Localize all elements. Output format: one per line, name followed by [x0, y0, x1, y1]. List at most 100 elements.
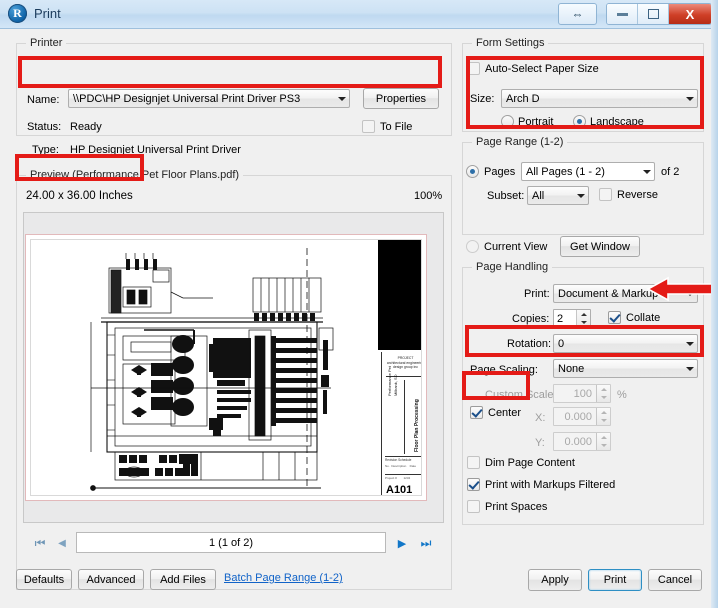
minimize-icon: [616, 12, 628, 16]
pages-value: All Pages (1 - 2): [526, 165, 605, 178]
copies-spinner-buttons[interactable]: [576, 310, 590, 327]
offset-x-value: 0.000: [564, 410, 592, 423]
properties-button[interactable]: Properties: [363, 88, 439, 109]
title-block-city: Milbank, SD: [393, 374, 398, 396]
collate-label: Collate: [626, 312, 661, 324]
copies-stepper[interactable]: 2: [553, 309, 591, 328]
sheet-number: A101: [386, 484, 413, 496]
page-scaling-select[interactable]: None: [553, 359, 698, 378]
center-label: Center: [488, 407, 522, 419]
print-content-select[interactable]: Document & Markup: [553, 284, 698, 303]
window-controls: ⇔ X: [558, 3, 712, 25]
paper-size-select[interactable]: Arch D: [501, 89, 698, 108]
print-with-markups-filtered-checkbox[interactable]: [467, 478, 480, 491]
close-button[interactable]: X: [669, 4, 711, 24]
current-view-radio[interactable]: [466, 240, 479, 253]
pages-radio[interactable]: [466, 165, 479, 178]
page-number-input[interactable]: 1 (1 of 2): [76, 532, 386, 553]
page-handling-legend: Page Handling: [472, 261, 553, 273]
window-buttons-group: X: [606, 3, 712, 25]
print-content-label: Print:: [524, 288, 550, 300]
print-button[interactable]: Print: [588, 569, 642, 591]
rotation-label: Rotation:: [507, 338, 552, 350]
copies-increment-icon[interactable]: [577, 310, 590, 319]
chevron-down-icon: [682, 335, 697, 352]
chevron-down-icon: [639, 163, 654, 180]
pages-select[interactable]: All Pages (1 - 2): [521, 162, 655, 181]
last-page-icon[interactable]: ⏭: [417, 533, 435, 553]
percent-label: %: [617, 389, 627, 401]
offset-y-decrement-icon: [597, 442, 610, 451]
preview-group-legend: Preview (Performance Pet Floor Plans.pdf…: [26, 169, 244, 181]
drawing-title-block: PROJECT architectural engineering design g…: [381, 352, 421, 496]
resize-arrow-icon[interactable]: ⇔: [558, 3, 597, 25]
landscape-label: Landscape: [590, 116, 644, 128]
paper-size-label: Size:: [470, 93, 495, 105]
offset-y-label: Y:: [535, 437, 545, 449]
printer-name-select[interactable]: \\PDC\HP Designjet Universal Print Drive…: [68, 89, 350, 108]
cancel-button[interactable]: Cancel: [648, 569, 702, 591]
get-window-button[interactable]: Get Window: [560, 236, 640, 257]
to-file-checkbox[interactable]: [362, 120, 375, 133]
dim-page-content-label: Dim Page Content: [485, 457, 575, 469]
next-page-icon[interactable]: ▶: [393, 533, 411, 553]
page-scaling-value: None: [558, 362, 585, 375]
advanced-button[interactable]: Advanced: [78, 569, 144, 590]
offset-y-stepper: 0.000: [553, 432, 611, 451]
copies-decrement-icon[interactable]: [577, 319, 590, 328]
page-scaling-label: Page Scaling:: [470, 364, 538, 376]
apply-button[interactable]: Apply: [528, 569, 582, 591]
printer-status-value: Ready: [70, 121, 102, 133]
form-settings-legend: Form Settings: [472, 37, 549, 49]
batch-page-range-link[interactable]: Batch Page Range (1-2): [224, 572, 343, 584]
title-bar: Print ⇔ X: [0, 0, 718, 29]
copies-value: 2: [557, 312, 564, 325]
offset-x-increment-icon: [597, 408, 610, 417]
preview-canvas[interactable]: PROJECT architectural engineering design g…: [23, 212, 444, 523]
subset-select[interactable]: All: [527, 186, 589, 205]
center-checkbox[interactable]: [470, 406, 483, 419]
paper-size-value: Arch D: [506, 92, 540, 105]
reverse-checkbox[interactable]: [599, 188, 612, 201]
print-content-value: Document & Markup: [558, 287, 659, 300]
revu-logo-icon: [8, 4, 27, 23]
defaults-button[interactable]: Defaults: [16, 569, 72, 590]
print-spaces-checkbox[interactable]: [467, 500, 480, 513]
rotation-value: 0: [558, 337, 565, 350]
portrait-radio[interactable]: [501, 115, 514, 128]
subset-value: All: [532, 189, 545, 202]
chevron-down-icon: [682, 90, 697, 107]
rotation-select[interactable]: 0: [553, 334, 698, 353]
printer-name-value: \\PDC\HP Designjet Universal Print Drive…: [73, 92, 301, 105]
chevron-down-icon: [682, 360, 697, 377]
minimize-button[interactable]: [607, 4, 638, 24]
collate-checkbox[interactable]: [608, 311, 621, 324]
auto-select-paper-size-checkbox[interactable]: [467, 62, 480, 75]
title-block-project: Performance Pet: [387, 365, 392, 396]
to-file-label: To File: [380, 121, 413, 133]
chevron-down-icon: [334, 90, 349, 107]
dialog-body: Printer Name: \\PDC\HP Designjet Univers…: [0, 29, 718, 608]
offset-y-value: 0.000: [564, 435, 592, 448]
maximize-button[interactable]: [638, 4, 669, 24]
reverse-label: Reverse: [617, 189, 658, 201]
dim-page-content-checkbox[interactable]: [467, 456, 480, 469]
landscape-radio[interactable]: [573, 115, 586, 128]
offset-y-spinner-buttons: [596, 433, 610, 450]
first-page-icon[interactable]: ⏮: [31, 533, 49, 553]
previous-page-icon[interactable]: ◀: [53, 533, 71, 553]
printer-group-legend: Printer: [26, 37, 67, 49]
print-with-markups-filtered-label: Print with Markups Filtered: [485, 479, 616, 491]
pages-of-label: of 2: [661, 166, 680, 178]
offset-x-decrement-icon: [597, 417, 610, 426]
preview-sheet: PROJECT architectural engineering design g…: [25, 234, 427, 501]
page-navigation-bar: ⏮ ◀ 1 (1 of 2) ▶ ⏭: [23, 529, 444, 557]
chevron-down-icon: [573, 187, 588, 204]
restore-icon: [647, 9, 659, 19]
window-title: Print: [34, 6, 61, 21]
portrait-label: Portrait: [518, 116, 554, 128]
add-files-button[interactable]: Add Files: [150, 569, 216, 590]
window-right-edge: [711, 0, 718, 608]
offset-x-label: X:: [535, 412, 546, 424]
offset-y-increment-icon: [597, 433, 610, 442]
